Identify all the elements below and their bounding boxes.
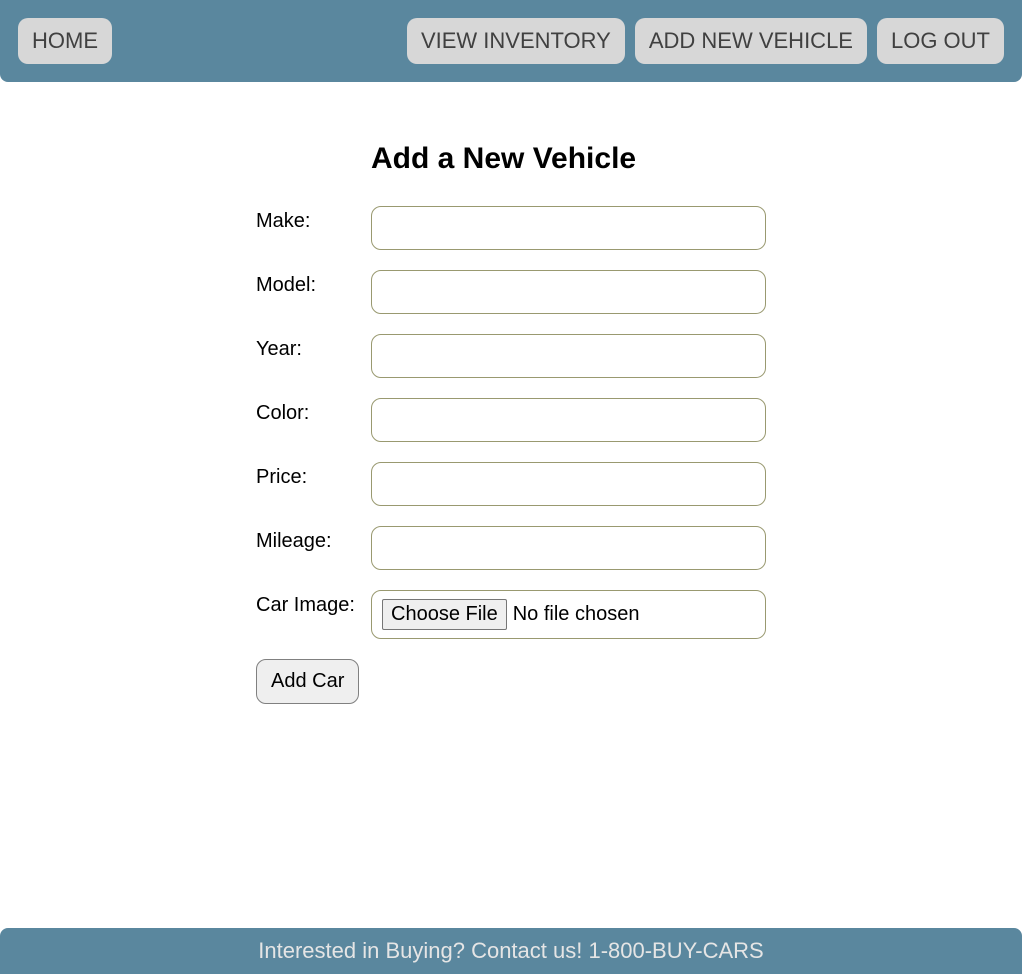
add-new-vehicle-button[interactable]: ADD NEW VEHICLE <box>635 18 867 64</box>
model-row: Model: <box>256 270 766 314</box>
footer-text: Interested in Buying? Contact us! 1-800-… <box>258 938 763 963</box>
year-row: Year: <box>256 334 766 378</box>
top-nav: HOME VIEW INVENTORY ADD NEW VEHICLE LOG … <box>0 0 1022 82</box>
price-label: Price: <box>256 462 371 489</box>
mileage-input[interactable] <box>371 526 766 570</box>
car-image-input[interactable]: Choose File No file chosen <box>371 590 766 639</box>
color-row: Color: <box>256 398 766 442</box>
submit-row: Add Car <box>256 659 766 704</box>
price-row: Price: <box>256 462 766 506</box>
make-row: Make: <box>256 206 766 250</box>
mileage-row: Mileage: <box>256 526 766 570</box>
price-input[interactable] <box>371 462 766 506</box>
home-button[interactable]: HOME <box>18 18 112 64</box>
log-out-button[interactable]: LOG OUT <box>877 18 1004 64</box>
car-image-label: Car Image: <box>256 590 371 617</box>
nav-right: VIEW INVENTORY ADD NEW VEHICLE LOG OUT <box>407 18 1004 64</box>
model-label: Model: <box>256 270 371 297</box>
add-car-button[interactable]: Add Car <box>256 659 359 704</box>
footer: Interested in Buying? Contact us! 1-800-… <box>0 928 1022 974</box>
car-image-row: Car Image: Choose File No file chosen <box>256 590 766 639</box>
page-title: Add a New Vehicle <box>371 142 766 176</box>
nav-left: HOME <box>18 18 112 64</box>
make-input[interactable] <box>371 206 766 250</box>
file-status-text: No file chosen <box>513 603 640 626</box>
year-label: Year: <box>256 334 371 361</box>
main-content: Add a New Vehicle Make: Model: Year: Col… <box>0 82 1022 928</box>
make-label: Make: <box>256 206 371 233</box>
add-vehicle-form: Add a New Vehicle Make: Model: Year: Col… <box>256 142 766 928</box>
mileage-label: Mileage: <box>256 526 371 553</box>
color-input[interactable] <box>371 398 766 442</box>
view-inventory-button[interactable]: VIEW INVENTORY <box>407 18 625 64</box>
color-label: Color: <box>256 398 371 425</box>
choose-file-button[interactable]: Choose File <box>382 599 507 630</box>
year-input[interactable] <box>371 334 766 378</box>
model-input[interactable] <box>371 270 766 314</box>
